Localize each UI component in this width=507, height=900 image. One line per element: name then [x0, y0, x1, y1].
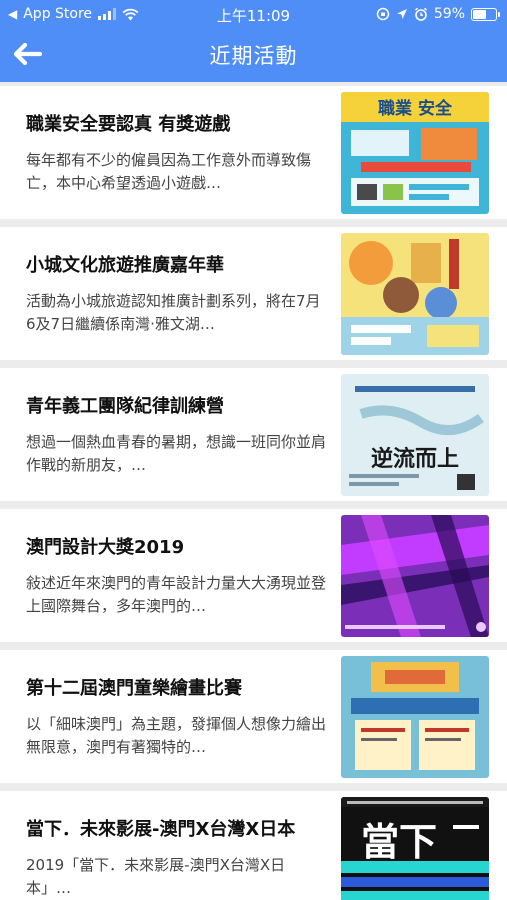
activity-title: 澳門設計大獎2019 [26, 537, 185, 558]
signal-icon [98, 8, 117, 20]
activity-title: 第十二屆澳門童樂繪畫比賽 [26, 678, 242, 699]
app-header: ◀ App Store 上午11:09 59% 近期活動 [0, 0, 507, 82]
poster-title: 當下 [361, 820, 437, 864]
alarm-icon [414, 7, 427, 21]
battery-percent: 59% [433, 6, 465, 22]
activity-card[interactable]: 第十二屆澳門童樂繪畫比賽 以「細味澳門」為主題，發揮個人想像力繪出無限意，澳門有… [0, 650, 507, 783]
activity-title: 職業安全要認真 有獎遊戲 [26, 114, 231, 135]
arrow-left-icon [13, 42, 42, 66]
battery-level [473, 9, 486, 19]
activity-poster-image [341, 655, 489, 778]
nav-bar: 近期活動 [0, 28, 507, 82]
activity-poster-image: 當下 [341, 796, 489, 900]
activity-poster-image [341, 232, 489, 355]
activity-title: 青年義工團隊紀律訓練營 [26, 396, 224, 417]
activity-list[interactable]: 職業安全要認真 有獎遊戲 每年都有不少的僱員因為工作意外而導致傷亡，本中心希望透… [0, 82, 507, 900]
page-title: 近期活動 [209, 44, 298, 68]
activity-poster-image: 逆流而上 [341, 373, 489, 496]
carrier-label[interactable]: App Store [23, 6, 92, 22]
activity-description: 每年都有不少的僱員因為工作意外而導致傷亡，本中心希望透過小遊戲… [26, 151, 312, 192]
activity-card[interactable]: 當下．未來影展-澳門X台灣X日本 2019「當下．未來影展-澳門X台灣X日本」…… [0, 791, 507, 900]
activity-card[interactable]: 小城文化旅遊推廣嘉年華 活動為小城旅遊認知推廣計劃系列，將在7月6及7日繼續係南… [0, 227, 507, 360]
activity-card[interactable]: 青年義工團隊紀律訓練營 想過一個熱血青春的暑期，想識一班同你並肩作戰的新朋友，…… [0, 368, 507, 501]
activity-title: 當下．未來影展-澳門X台灣X日本 [26, 819, 296, 840]
wifi-icon [122, 8, 139, 20]
poster-title: 職業 安全 [378, 98, 453, 119]
activity-card[interactable]: 職業安全要認真 有獎遊戲 每年都有不少的僱員因為工作意外而導致傷亡，本中心希望透… [0, 86, 507, 219]
status-bar: ◀ App Store 上午11:09 59% [0, 0, 507, 28]
activity-description: 敍述近年來澳門的青年設計力量大大湧現並登上國際舞台，多年澳門的… [26, 574, 327, 615]
battery-icon [471, 7, 500, 21]
location-icon [396, 9, 407, 19]
activity-title: 小城文化旅遊推廣嘉年華 [26, 255, 224, 276]
activity-description: 2019「當下．未來影展-澳門X台灣X日本」… [26, 856, 286, 897]
activity-poster-image: 職業 安全 [341, 91, 489, 214]
back-to-app-icon[interactable]: ◀ [8, 7, 17, 21]
orientation-lock-icon [376, 7, 390, 21]
activity-description: 以「細味澳門」為主題，發揮個人想像力繪出無限意，澳門有著獨特的… [26, 715, 327, 756]
activity-card[interactable]: 澳門設計大獎2019 敍述近年來澳門的青年設計力量大大湧現並登上國際舞台，多年澳… [0, 509, 507, 642]
activity-description: 想過一個熱血青春的暑期，想識一班同你並肩作戰的新朋友，… [26, 433, 327, 474]
poster-title: 逆流而上 [371, 446, 459, 472]
activity-poster-image [341, 514, 489, 637]
activity-description: 活動為小城旅遊認知推廣計劃系列，將在7月6及7日繼續係南灣·雅文湖… [26, 292, 321, 333]
back-button[interactable] [10, 37, 44, 71]
